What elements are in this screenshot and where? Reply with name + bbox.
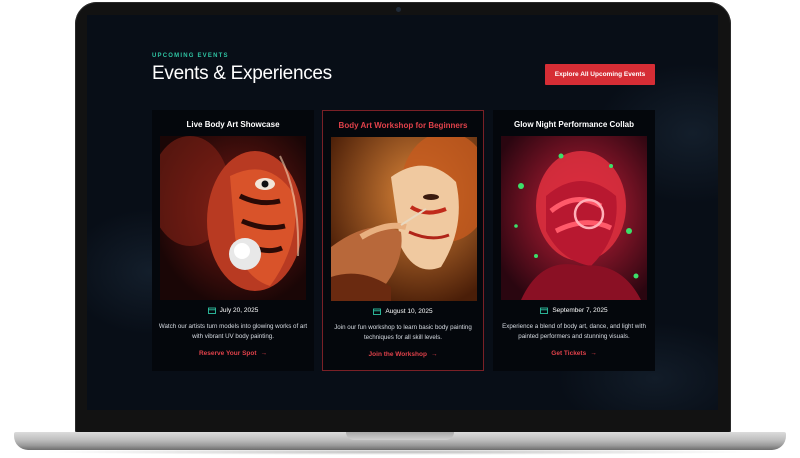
section-eyebrow: UPCOMING EVENTS	[152, 53, 229, 59]
event-date-text: July 20, 2025	[219, 307, 259, 314]
event-card-glow-night: Glow Night Performance Collab September …	[493, 110, 655, 371]
event-image-glow-performance	[501, 136, 647, 300]
event-card-workshop: Body Art Workshop for Beginners August 1…	[322, 110, 484, 371]
event-link-label: Get Tickets	[551, 350, 587, 357]
event-description: Join our fun workshop to learn basic bod…	[334, 324, 472, 341]
arrow-right-icon: →	[430, 351, 438, 358]
event-card-showcase: Live Body Art Showcase July 20, 2025 Wat…	[152, 110, 314, 371]
get-tickets-link[interactable]: Get Tickets →	[493, 350, 655, 357]
event-image-uv-face-paint	[160, 136, 306, 300]
event-date: August 10, 2025	[323, 308, 483, 315]
event-link-label: Reserve Your Spot	[198, 350, 257, 357]
laptop-screen: UPCOMING EVENTS Events & Experiences Exp…	[87, 15, 718, 410]
laptop-notch	[346, 432, 454, 440]
arrow-right-icon: →	[590, 350, 597, 357]
event-link-label: Join the Workshop	[368, 351, 427, 358]
reserve-spot-link[interactable]: Reserve Your Spot →	[152, 350, 314, 357]
page-title: Events & Experiences	[152, 63, 332, 84]
event-date-text: September 7, 2025	[552, 307, 608, 314]
laptop-shadow	[40, 449, 760, 455]
event-date-text: August 10, 2025	[385, 308, 433, 315]
event-title: Live Body Art Showcase	[186, 120, 280, 129]
event-description: Watch our artists turn models into glowi…	[158, 323, 308, 340]
arrow-right-icon: →	[260, 350, 268, 357]
event-title: Body Art Workshop for Beginners	[338, 121, 468, 130]
event-description: Experience a blend of body art, dance, a…	[502, 323, 646, 340]
calendar-icon	[373, 308, 382, 315]
explore-events-button[interactable]: Explore All Upcoming Events	[545, 64, 655, 85]
calendar-icon	[207, 307, 216, 314]
camera-icon	[396, 7, 401, 12]
event-date: September 7, 2025	[493, 307, 655, 314]
event-image-face-painting	[331, 137, 477, 301]
event-date: July 20, 2025	[152, 307, 314, 314]
join-workshop-link[interactable]: Join the Workshop →	[323, 351, 483, 358]
event-title: Glow Night Performance Collab	[513, 120, 634, 129]
calendar-icon	[540, 307, 549, 314]
